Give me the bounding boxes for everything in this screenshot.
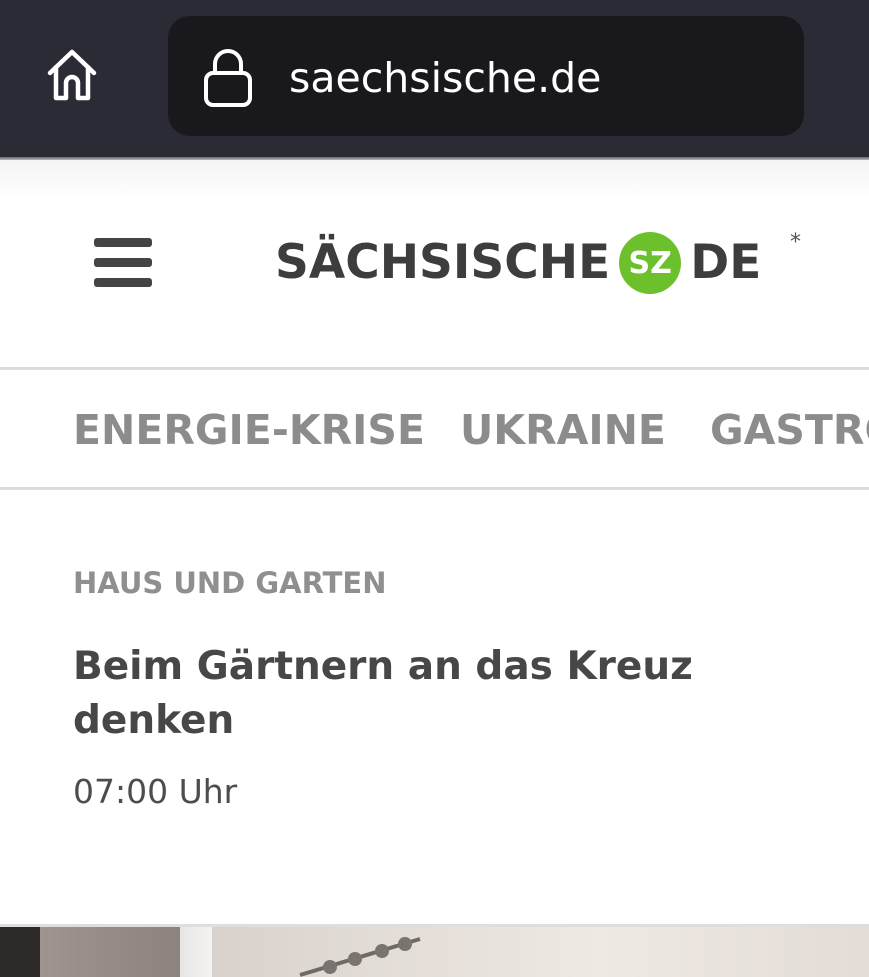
browser-toolbar: saechsische.de	[0, 0, 869, 157]
article-kicker[interactable]: HAUS UND GARTEN	[73, 566, 386, 600]
nav-item-energie-krise[interactable]: ENERGIE-KRISE	[73, 400, 425, 460]
hamburger-icon-line	[94, 278, 152, 287]
logo-star: *	[790, 230, 801, 255]
nav-item-gastro[interactable]: GASTRO	[710, 400, 869, 460]
hamburger-icon-line	[94, 258, 152, 267]
logo-text-right: DE	[690, 235, 762, 290]
category-nav: ENERGIE-KRISE UKRAINE GASTRO	[0, 370, 869, 487]
home-button[interactable]	[38, 42, 106, 108]
hamburger-icon	[94, 238, 152, 247]
nav-item-ukraine[interactable]: UKRAINE	[460, 400, 666, 460]
article-time: 07:00 Uhr	[73, 772, 238, 811]
lock-icon	[204, 49, 252, 107]
logo-badge: SZ	[619, 232, 682, 294]
article-image[interactable]	[0, 927, 869, 977]
home-icon	[47, 49, 97, 101]
lamp-image-detail	[0, 927, 421, 977]
site-logo[interactable]: SÄCHSISCHE SZ DE	[275, 230, 761, 296]
article-headline[interactable]: Beim Gärtnern an das Kreuz denken	[73, 640, 773, 748]
menu-button[interactable]	[94, 238, 152, 288]
logo-text-left: SÄCHSISCHE	[275, 235, 611, 290]
url-text[interactable]: saechsische.de	[289, 50, 601, 106]
divider	[0, 487, 869, 490]
